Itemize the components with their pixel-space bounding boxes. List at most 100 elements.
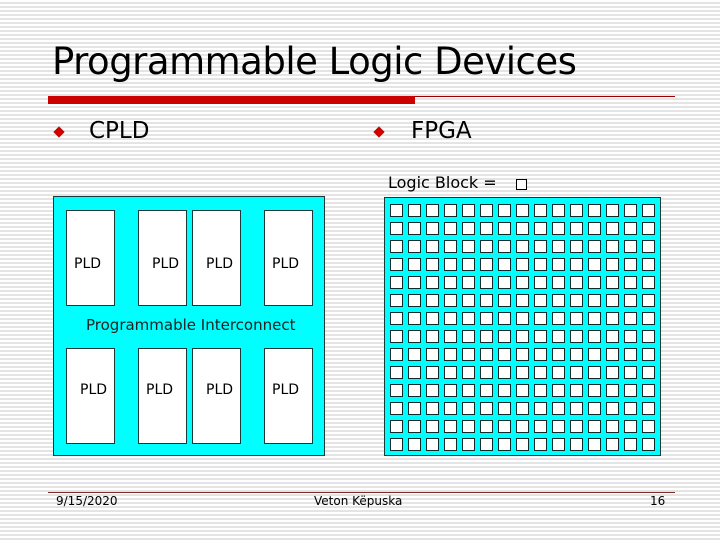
logic-block [462, 348, 475, 361]
logic-block [408, 294, 421, 307]
logic-block [570, 222, 583, 235]
logic-block-legend-swatch [516, 179, 527, 190]
pld-block: PLD [192, 348, 241, 444]
logic-block [516, 204, 529, 217]
logic-block [462, 204, 475, 217]
logic-block [444, 384, 457, 397]
logic-block [426, 240, 439, 253]
logic-block [606, 276, 619, 289]
logic-block [516, 330, 529, 343]
logic-block [426, 204, 439, 217]
pld-label: PLD [80, 382, 108, 398]
logic-block [516, 222, 529, 235]
logic-block [606, 294, 619, 307]
logic-block [462, 312, 475, 325]
logic-block [624, 294, 637, 307]
logic-block [624, 384, 637, 397]
logic-block [444, 294, 457, 307]
logic-block [588, 438, 601, 451]
logic-block [570, 366, 583, 379]
logic-block [516, 438, 529, 451]
logic-block [408, 330, 421, 343]
logic-block [642, 420, 655, 433]
logic-block [534, 258, 547, 271]
logic-block [588, 366, 601, 379]
logic-block [570, 438, 583, 451]
title-underline-rule [415, 96, 675, 97]
logic-block [642, 240, 655, 253]
logic-block [408, 366, 421, 379]
bullet-fpga: FPGA [411, 118, 472, 144]
logic-block [480, 276, 493, 289]
logic-block [390, 258, 403, 271]
logic-block [444, 222, 457, 235]
diamond-bullet-icon [373, 126, 385, 138]
pld-label: PLD [206, 382, 234, 398]
logic-block [570, 384, 583, 397]
logic-block [606, 312, 619, 325]
logic-block [390, 312, 403, 325]
logic-block [534, 222, 547, 235]
logic-block [588, 330, 601, 343]
logic-block [444, 258, 457, 271]
logic-block [426, 348, 439, 361]
logic-block [552, 384, 565, 397]
logic-block [624, 330, 637, 343]
logic-block [408, 420, 421, 433]
logic-block [642, 438, 655, 451]
logic-block [642, 258, 655, 271]
logic-block [498, 402, 511, 415]
pld-block: PLD [138, 210, 187, 306]
logic-block [498, 366, 511, 379]
logic-block [534, 330, 547, 343]
logic-block [408, 204, 421, 217]
logic-block [606, 222, 619, 235]
pld-block: PLD [192, 210, 241, 306]
pld-block: PLD [264, 348, 313, 444]
logic-block [552, 312, 565, 325]
logic-block [480, 402, 493, 415]
logic-block [390, 384, 403, 397]
logic-block [552, 240, 565, 253]
pld-block: PLD [264, 210, 313, 306]
logic-block [534, 402, 547, 415]
logic-block [480, 258, 493, 271]
pld-block: PLD [138, 348, 187, 444]
logic-block [606, 366, 619, 379]
logic-block [462, 420, 475, 433]
logic-block [480, 330, 493, 343]
logic-block [552, 402, 565, 415]
logic-block [606, 330, 619, 343]
logic-block [588, 348, 601, 361]
logic-block [570, 402, 583, 415]
logic-block [480, 384, 493, 397]
footer-rule [48, 492, 675, 493]
logic-block [408, 402, 421, 415]
logic-block [552, 204, 565, 217]
logic-block [462, 402, 475, 415]
logic-block [462, 366, 475, 379]
bullet-cpld: CPLD [89, 118, 150, 144]
logic-block [588, 420, 601, 433]
logic-block [606, 258, 619, 271]
logic-block [480, 366, 493, 379]
logic-block [444, 240, 457, 253]
logic-block [642, 276, 655, 289]
logic-block [552, 420, 565, 433]
logic-block [642, 312, 655, 325]
logic-block [390, 348, 403, 361]
logic-block [642, 204, 655, 217]
logic-block [390, 222, 403, 235]
logic-block [624, 276, 637, 289]
logic-block [606, 438, 619, 451]
logic-block [552, 222, 565, 235]
logic-block [606, 348, 619, 361]
logic-block [642, 222, 655, 235]
logic-block [426, 258, 439, 271]
logic-block [624, 204, 637, 217]
logic-block [444, 420, 457, 433]
logic-block [426, 384, 439, 397]
logic-block [570, 276, 583, 289]
logic-block [552, 258, 565, 271]
logic-block [534, 366, 547, 379]
